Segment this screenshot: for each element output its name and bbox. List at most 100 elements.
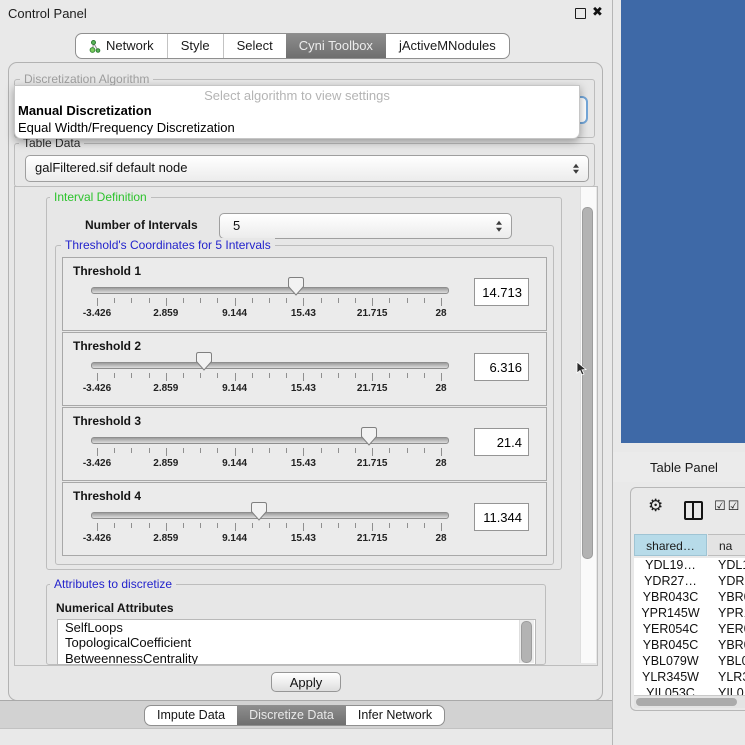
slider-tick xyxy=(149,373,150,378)
mouse-cursor xyxy=(576,361,588,377)
table-row[interactable]: YER054CYER0 xyxy=(634,622,745,638)
slider-tick xyxy=(441,298,442,306)
table-row[interactable]: YBL079WYBL0 xyxy=(634,654,745,670)
slider-tick xyxy=(217,298,218,303)
gear-icon[interactable]: ⚙ xyxy=(648,496,663,516)
column-header-name[interactable]: na xyxy=(708,534,745,556)
checkbox-filter-icons[interactable]: ☑☑ xyxy=(714,499,741,514)
slider-tick xyxy=(97,448,98,456)
table-row[interactable]: YBR043CYBR0 xyxy=(634,590,745,606)
settings-scrollbar-thumb[interactable] xyxy=(582,207,593,559)
slider-tick xyxy=(338,448,339,453)
slider-tick xyxy=(303,448,304,456)
slider-tick xyxy=(235,298,236,306)
network-window-frame: GAL80GACGAL11GAL4GCY1HHAP2 xyxy=(621,0,745,443)
dropdown-hint: Select algorithm to view settings xyxy=(15,88,579,103)
cell-shared-name: YBR043C xyxy=(634,590,707,606)
slider-tick xyxy=(97,373,98,381)
threshold-value-field[interactable]: 21.4 xyxy=(474,428,529,456)
attribute-item-selfloops[interactable]: SelfLoops xyxy=(58,620,535,635)
slider-track[interactable] xyxy=(91,512,449,519)
dropdown-option-equal-width-frequency-discretization[interactable]: Equal Width/Frequency Discretization xyxy=(18,120,235,135)
tab-cyni-toolbox[interactable]: Cyni Toolbox xyxy=(286,34,386,58)
table-panel-titlebar: Table Panel xyxy=(613,452,745,482)
close-icon[interactable]: ✖ xyxy=(592,5,603,20)
slider-tick xyxy=(149,448,150,453)
tab-select[interactable]: Select xyxy=(223,34,286,58)
slider-tick xyxy=(269,298,270,303)
table-row[interactable]: YDR27…YDR2 xyxy=(634,574,745,590)
table-data-combobox[interactable]: galFiltered.sif default node xyxy=(25,155,589,182)
threshold-panel-2: Threshold 2-3.4262.8599.14415.4321.71528… xyxy=(62,332,547,406)
slider-tick xyxy=(114,373,115,378)
threshold-value-field[interactable]: 14.713 xyxy=(474,278,529,306)
slider-handle[interactable] xyxy=(196,352,212,371)
table-row[interactable]: YPR145WYPR1 xyxy=(634,606,745,622)
interval-group-label: Interval Definition xyxy=(50,190,151,204)
threshold-label: Threshold 3 xyxy=(73,414,141,428)
slider-tick xyxy=(303,373,304,381)
attribute-item-topologicalcoefficient[interactable]: TopologicalCoefficient xyxy=(58,635,535,650)
slider-tick xyxy=(303,298,304,306)
slider-tick xyxy=(166,373,167,381)
float-window-icon[interactable] xyxy=(575,8,586,19)
attr-list-scrollbar-thumb[interactable] xyxy=(521,621,532,663)
tab-infer-network[interactable]: Infer Network xyxy=(346,706,444,725)
tab-impute-data[interactable]: Impute Data xyxy=(145,706,237,725)
slider-tick-label: 21.715 xyxy=(342,533,402,544)
slider-tick xyxy=(407,523,408,528)
table-row[interactable]: YDL19…YDL1 xyxy=(634,558,745,574)
control-panel-window: Control Panel ✖ NetworkStyleSelectCyni T… xyxy=(0,0,613,745)
slider-tick-label: 9.144 xyxy=(205,533,265,544)
slider-handle[interactable] xyxy=(361,427,377,446)
tab-style[interactable]: Style xyxy=(167,34,223,58)
slider-tick-label: 9.144 xyxy=(205,458,265,469)
slider-tick xyxy=(200,523,201,528)
numerical-attributes-list[interactable]: SelfLoopsTopologicalCoefficientBetweenne… xyxy=(57,619,536,665)
cell-name: YDR2 xyxy=(707,574,745,590)
table-hscrollbar-track[interactable] xyxy=(634,695,745,708)
slider-tick xyxy=(269,373,270,378)
slider-tick xyxy=(97,523,98,531)
slider-handle[interactable] xyxy=(288,277,304,296)
column-header-shared-name[interactable]: shared… xyxy=(634,534,707,556)
threshold-value-field[interactable]: 11.344 xyxy=(474,503,529,531)
slider-tick-label: 21.715 xyxy=(342,383,402,394)
slider-tick xyxy=(372,448,373,456)
cell-name: YPR1 xyxy=(707,606,745,622)
slider-track[interactable] xyxy=(91,437,449,444)
slider-tick-label: -3.426 xyxy=(67,383,127,394)
cell-shared-name: YBR045C xyxy=(634,638,707,654)
slider-track[interactable] xyxy=(91,362,449,369)
attribute-item-betweennesscentrality[interactable]: BetweennessCentrality xyxy=(58,651,535,665)
num-intervals-spinner[interactable]: 5 xyxy=(219,213,512,239)
cell-shared-name: YDR27… xyxy=(634,574,707,590)
slider-tick xyxy=(424,298,425,303)
threshold-value-field[interactable]: 6.316 xyxy=(474,353,529,381)
tab-label: Cyni Toolbox xyxy=(299,34,373,58)
tab-network[interactable]: Network xyxy=(76,34,167,58)
bottom-tab-bar: Impute DataDiscretize DataInfer Network xyxy=(144,705,445,726)
cell-shared-name: YDL19… xyxy=(634,558,707,574)
slider-tick xyxy=(321,373,322,378)
table-row[interactable]: YLR345WYLR3 xyxy=(634,670,745,686)
top-tab-bar: NetworkStyleSelect Cyni Toolbox jActiveMNo… xyxy=(75,33,510,59)
table-row[interactable]: YIL053CYIL0 xyxy=(634,686,745,695)
spinner-stepper-icon xyxy=(496,221,502,232)
slider-handle[interactable] xyxy=(251,502,267,521)
attributes-group-label: Attributes to discretize xyxy=(50,577,176,591)
cell-shared-name: YIL053C xyxy=(634,686,707,695)
table-hscrollbar-thumb[interactable] xyxy=(636,698,737,706)
tab-jactivemnodules[interactable]: jActiveMNodules xyxy=(386,34,509,58)
dropdown-option-manual-discretization[interactable]: Manual Discretization xyxy=(18,103,152,118)
table-row[interactable]: YBR045CYBR0 xyxy=(634,638,745,654)
slider-tick xyxy=(424,373,425,378)
apply-button[interactable]: Apply xyxy=(271,672,341,692)
tab-discretize-data[interactable]: Discretize Data xyxy=(237,706,346,725)
columns-icon[interactable] xyxy=(684,501,703,520)
num-intervals-label: Number of Intervals xyxy=(85,218,198,232)
slider-track[interactable] xyxy=(91,287,449,294)
slider-tick xyxy=(355,373,356,378)
slider-tick xyxy=(183,298,184,303)
slider-tick xyxy=(166,448,167,456)
